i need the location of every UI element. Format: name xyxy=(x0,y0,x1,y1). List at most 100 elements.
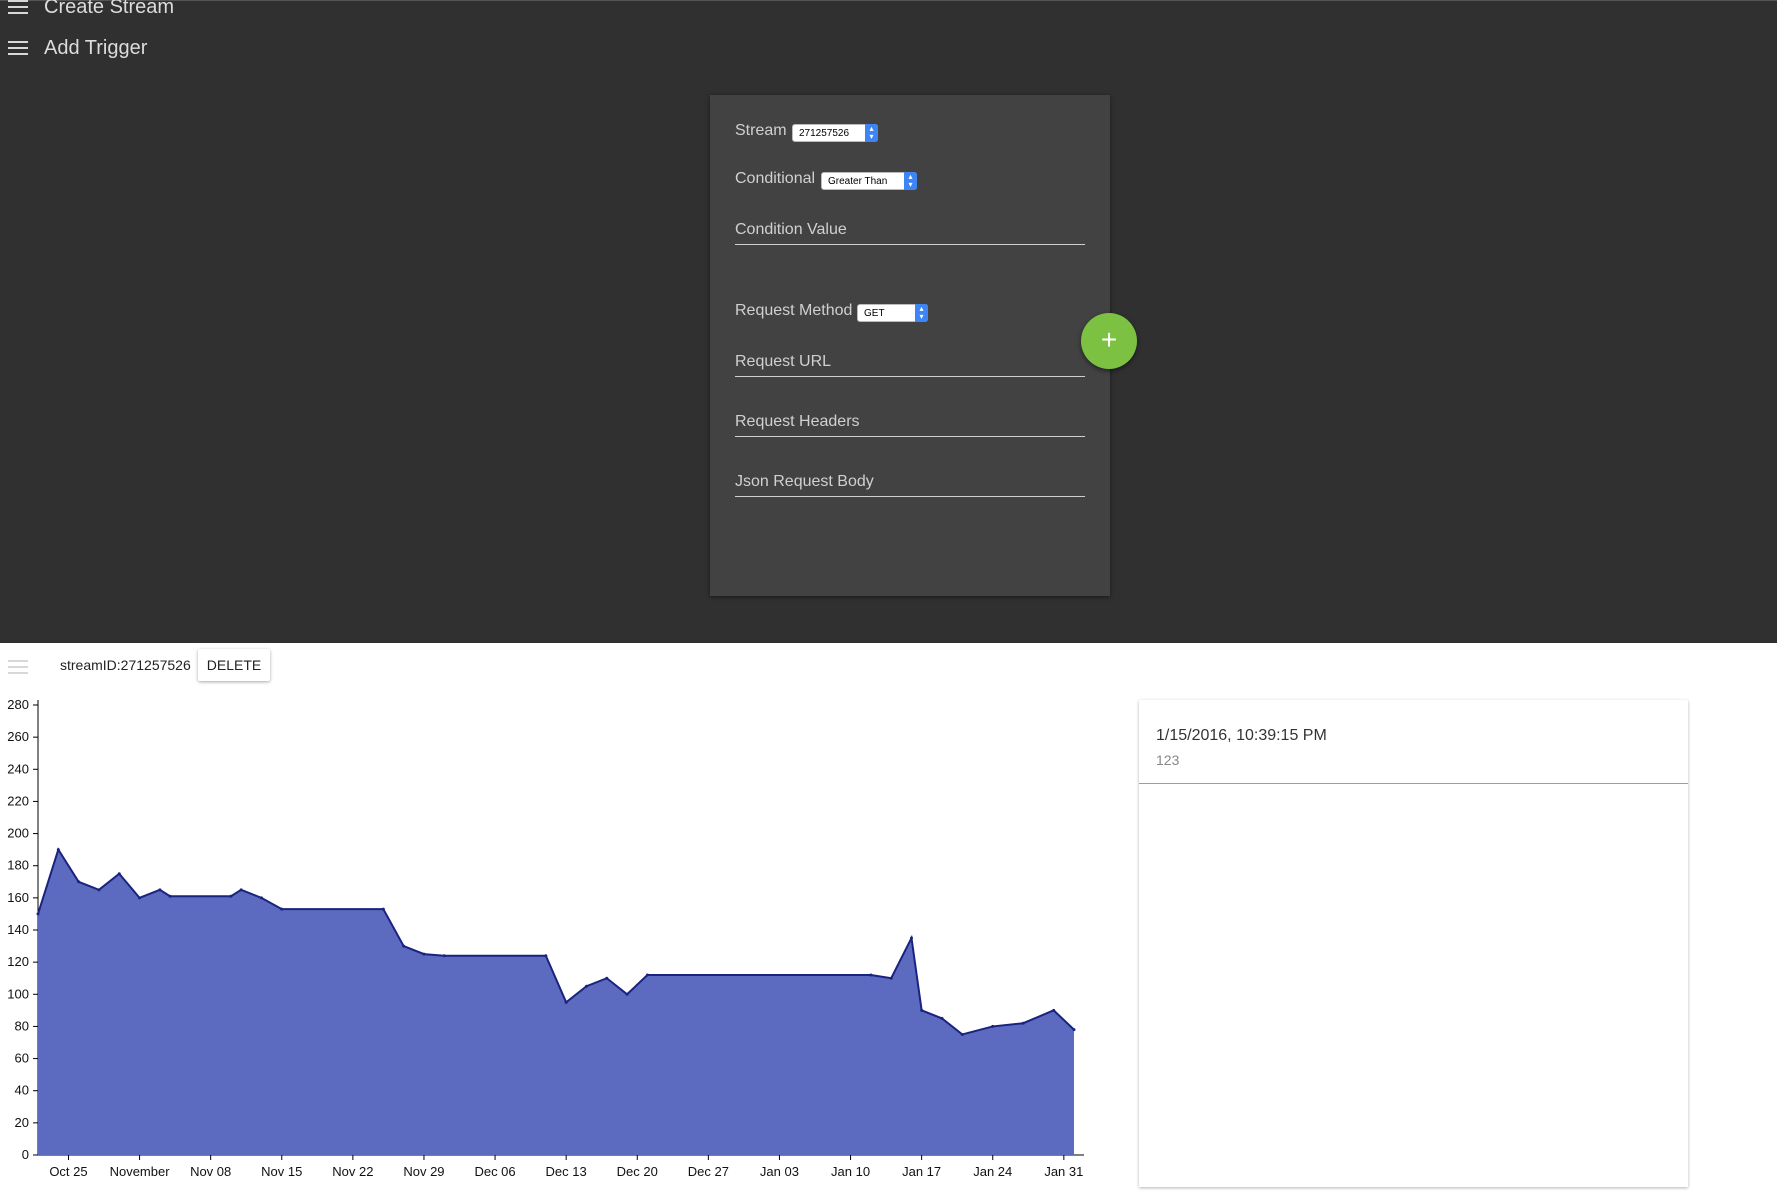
y-tick-label: 80 xyxy=(15,1018,29,1033)
y-tick-label: 280 xyxy=(7,697,29,712)
chart-point xyxy=(158,888,162,892)
request-url-field[interactable]: Request URL xyxy=(735,349,1085,377)
conditional-select-value: Greater Than xyxy=(828,176,888,187)
x-tick-label: Dec 06 xyxy=(474,1164,515,1179)
chart-point xyxy=(1052,1008,1056,1012)
chart-point xyxy=(584,984,588,988)
chart-point xyxy=(259,896,263,900)
x-tick-label: Jan 17 xyxy=(902,1164,941,1179)
y-tick-label: 120 xyxy=(7,954,29,969)
y-tick-label: 240 xyxy=(7,761,29,776)
chart-point xyxy=(909,936,913,940)
select-arrows-icon: ▴ ▾ xyxy=(904,172,917,190)
json-request-body-placeholder: Json Request Body xyxy=(735,473,874,490)
y-tick-label: 140 xyxy=(7,922,29,937)
select-arrows-icon: ▴ ▾ xyxy=(865,124,878,142)
chart-point xyxy=(402,944,406,948)
add-trigger-view: Create Stream Add Trigger Stream 2712575… xyxy=(0,0,1777,643)
chart-point xyxy=(625,992,629,996)
x-tick-label: Nov 15 xyxy=(261,1164,302,1179)
chart-point xyxy=(138,896,142,900)
add-trigger-button[interactable]: + xyxy=(1081,313,1137,369)
chart-point xyxy=(869,973,873,977)
stream-events-panel: 1/15/2016, 10:39:15 PM 123 xyxy=(1139,700,1688,1187)
chart-point xyxy=(645,973,649,977)
chart-point xyxy=(280,907,284,911)
x-tick-label: Dec 13 xyxy=(546,1164,587,1179)
chart-point xyxy=(239,888,243,892)
event-timestamp: 1/15/2016, 10:39:15 PM xyxy=(1156,727,1327,744)
chart-point xyxy=(381,907,385,911)
nav-label-create-stream[interactable]: Create Stream xyxy=(44,0,174,19)
chart-point xyxy=(889,976,893,980)
stream-id-label: streamID:271257526 xyxy=(60,657,191,673)
chart-point xyxy=(960,1032,964,1036)
stream-label: Stream xyxy=(735,122,787,139)
stream-toolbar: streamID:271257526 DELETE xyxy=(0,645,1777,685)
delete-button[interactable]: DELETE xyxy=(198,649,270,681)
chart-point xyxy=(36,912,40,916)
y-tick-label: 60 xyxy=(15,1051,29,1066)
x-tick-label: Jan 31 xyxy=(1044,1164,1083,1179)
x-tick-label: Nov 29 xyxy=(403,1164,444,1179)
condition-value-placeholder: Condition Value xyxy=(735,221,847,238)
nav-item-add-trigger[interactable]: Add Trigger xyxy=(0,30,147,66)
y-tick-label: 100 xyxy=(7,986,29,1001)
request-url-placeholder: Request URL xyxy=(735,353,832,370)
event-value: 123 xyxy=(1156,752,1180,768)
x-tick-label: Nov 08 xyxy=(190,1164,231,1179)
chart-point xyxy=(1072,1028,1076,1032)
chart-point xyxy=(97,888,101,892)
y-tick-label: 200 xyxy=(7,826,29,841)
chart-point xyxy=(605,976,609,980)
conditional-label: Conditional xyxy=(735,170,816,187)
conditional-select[interactable]: Greater Than ▴ ▾ xyxy=(821,172,917,190)
condition-value-field[interactable]: Condition Value xyxy=(735,217,1085,245)
y-tick-label: 40 xyxy=(15,1083,29,1098)
x-tick-label: Jan 10 xyxy=(831,1164,870,1179)
request-headers-placeholder: Request Headers xyxy=(735,413,860,430)
y-tick-label: 180 xyxy=(7,858,29,873)
nav-item-create-stream[interactable]: Create Stream xyxy=(0,0,174,25)
chart-point xyxy=(442,954,446,958)
x-tick-label: Jan 03 xyxy=(760,1164,799,1179)
request-method-select[interactable]: GET ▴ ▾ xyxy=(857,304,928,322)
y-tick-label: 0 xyxy=(22,1147,29,1162)
chart-point xyxy=(940,1016,944,1020)
chart-point xyxy=(168,894,172,898)
chart-point xyxy=(56,848,60,852)
x-tick-label: Oct 25 xyxy=(49,1164,87,1179)
x-tick-label: Dec 27 xyxy=(688,1164,729,1179)
select-arrows-icon: ▴ ▾ xyxy=(915,304,928,322)
menu-icon[interactable] xyxy=(8,41,28,55)
menu-icon[interactable] xyxy=(8,660,28,674)
x-tick-label: November xyxy=(110,1164,171,1179)
x-tick-label: Nov 22 xyxy=(332,1164,373,1179)
chart-point xyxy=(564,1000,568,1004)
json-request-body-field[interactable]: Json Request Body xyxy=(735,469,1085,497)
stream-area-chart: 0 20 40 60 80 100 120 140 160 180 200 220 240 260 280 O… xyxy=(7,697,1084,1179)
chart-point xyxy=(920,1008,924,1012)
y-tick-label: 260 xyxy=(7,729,29,744)
chart-point xyxy=(1021,1021,1025,1025)
request-method-label: Request Method xyxy=(735,302,853,319)
y-tick-label: 220 xyxy=(7,793,29,808)
stream-select-value: 271257526 xyxy=(799,128,850,139)
trigger-form-card: Stream 271257526 ▴ ▾ Conditional Greater … xyxy=(710,95,1110,596)
chart-point xyxy=(117,872,121,876)
chart-point xyxy=(422,952,426,956)
x-tick-label: Jan 24 xyxy=(973,1164,1012,1179)
y-tick-label: 160 xyxy=(7,890,29,905)
request-headers-field[interactable]: Request Headers xyxy=(735,409,1085,437)
chart-point xyxy=(77,880,81,884)
x-tick-label: Dec 20 xyxy=(617,1164,658,1179)
chart-point xyxy=(991,1024,995,1028)
stream-select[interactable]: 271257526 ▴ ▾ xyxy=(792,124,878,142)
chart-point xyxy=(544,954,548,958)
nav-label-add-trigger[interactable]: Add Trigger xyxy=(44,37,147,60)
y-tick-label: 20 xyxy=(15,1115,29,1130)
chart-point xyxy=(229,894,233,898)
request-method-select-value: GET xyxy=(864,308,885,319)
list-item[interactable]: 1/15/2016, 10:39:15 PM 123 xyxy=(1139,700,1688,784)
menu-icon[interactable] xyxy=(8,0,28,14)
